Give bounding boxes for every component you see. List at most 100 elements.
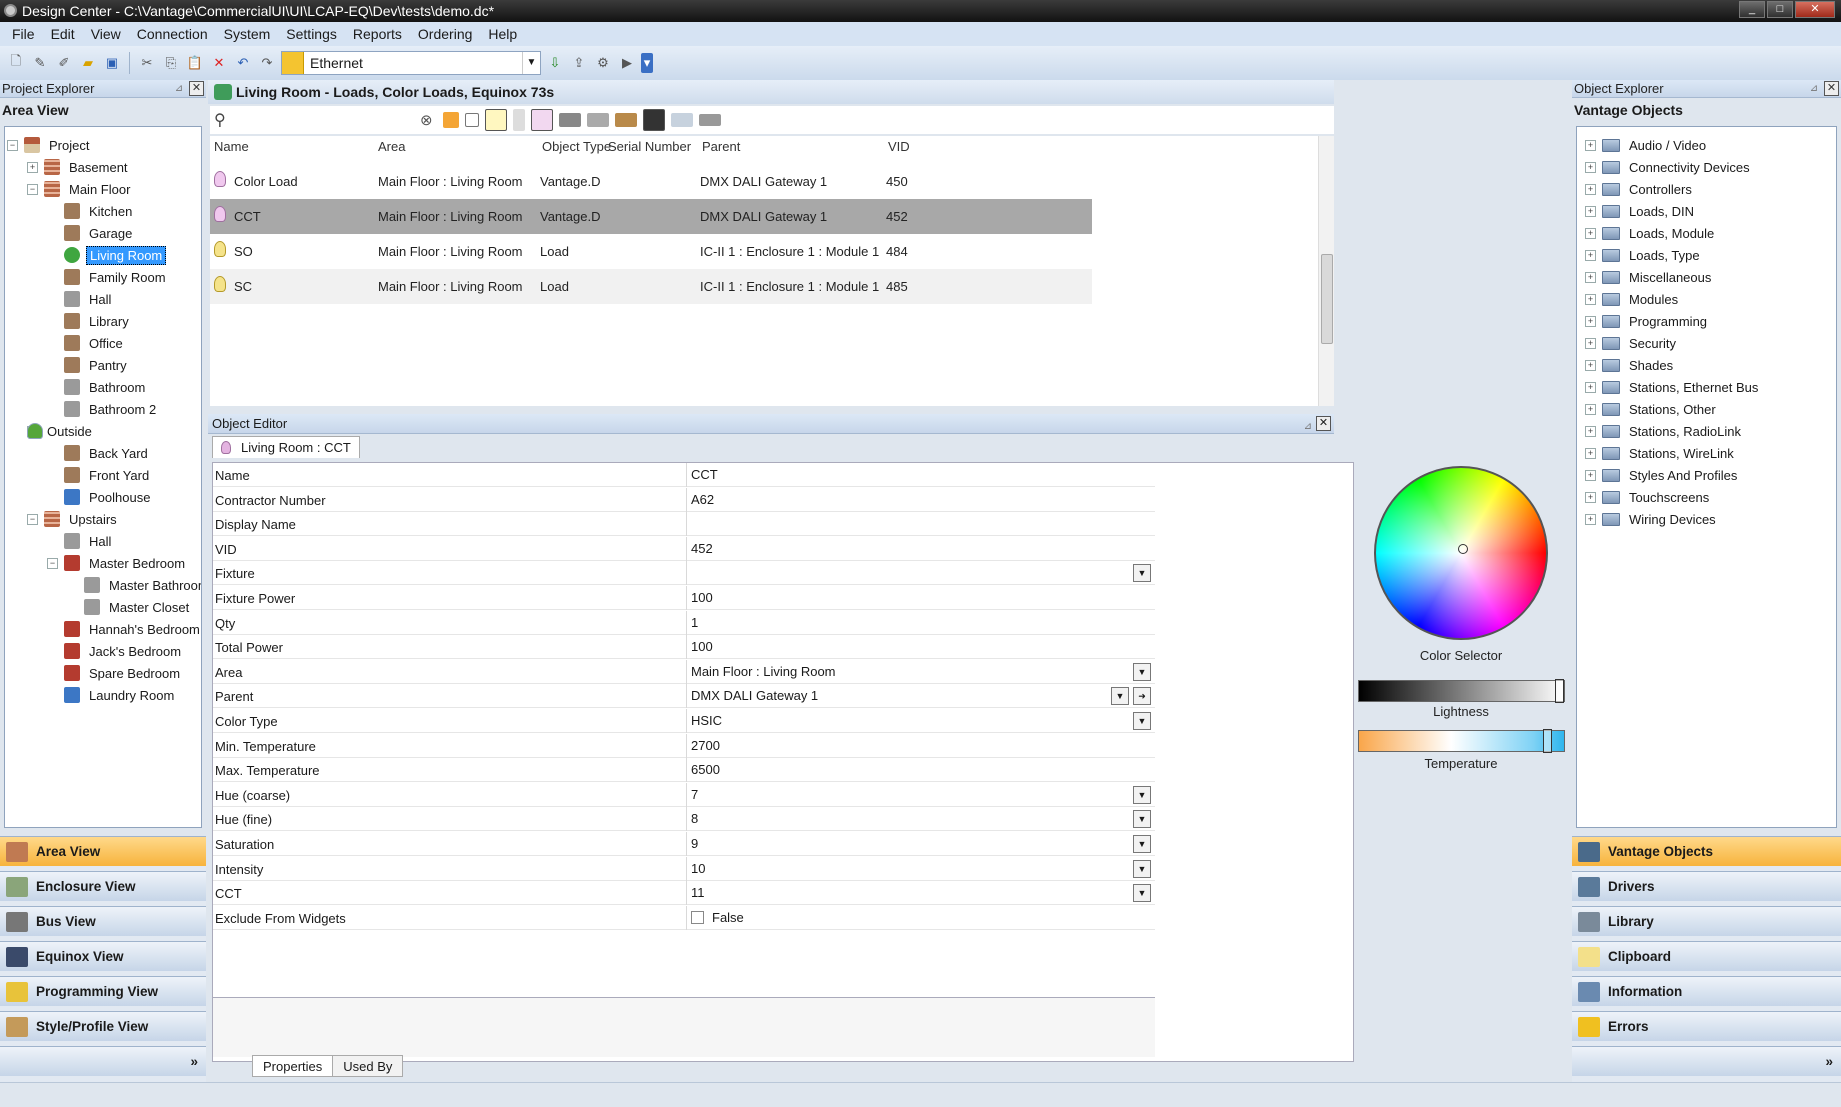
col-name[interactable]: Name bbox=[214, 139, 249, 154]
col-serial-number[interactable]: Serial Number bbox=[608, 139, 691, 154]
property-row[interactable]: Fixture ▼ bbox=[213, 561, 1155, 586]
property-row[interactable]: Area Main Floor : Living Room ▼ bbox=[213, 659, 1155, 684]
pin-icon[interactable]: ⊿ bbox=[1304, 417, 1312, 437]
settings-icon[interactable]: ⚙ bbox=[593, 53, 613, 73]
property-value[interactable]: 100 bbox=[691, 639, 713, 654]
pin-icon[interactable]: ⊿ bbox=[172, 82, 186, 96]
object-folder[interactable]: + Connectivity Devices bbox=[1585, 157, 1753, 177]
property-row[interactable]: Total Power 100 bbox=[213, 635, 1155, 660]
property-row[interactable]: Color Type HSIC ▼ bbox=[213, 709, 1155, 733]
property-row[interactable]: Exclude From Widgets False bbox=[213, 905, 1155, 930]
expand-icon[interactable]: + bbox=[1585, 447, 1596, 459]
expand-icon[interactable]: + bbox=[1585, 205, 1596, 217]
tree-item[interactable]: Office bbox=[64, 333, 126, 353]
property-row[interactable]: Fixture Power 100 bbox=[213, 586, 1155, 610]
minimize-button[interactable]: _ bbox=[1739, 1, 1765, 18]
copy-icon[interactable]: ⎘ bbox=[161, 53, 181, 73]
property-row[interactable]: VID 452 bbox=[213, 536, 1155, 561]
tree-item[interactable]: Hall bbox=[64, 531, 114, 551]
maximize-button[interactable]: □ bbox=[1767, 1, 1793, 18]
expand-icon[interactable]: + bbox=[1585, 513, 1596, 525]
open-folder-icon[interactable]: ▰ bbox=[78, 53, 98, 73]
property-value[interactable]: 8 bbox=[691, 811, 698, 826]
filter-module-icon[interactable] bbox=[586, 113, 609, 127]
object-folder[interactable]: + Stations, WireLink bbox=[1585, 443, 1737, 463]
exclude-checkbox[interactable] bbox=[691, 910, 704, 924]
object-folder[interactable]: + Security bbox=[1585, 333, 1679, 353]
filter-misc-icon[interactable] bbox=[698, 114, 721, 126]
tab-used-by[interactable]: Used By bbox=[332, 1055, 404, 1077]
tree-item[interactable]: Back Yard bbox=[64, 443, 151, 463]
expand-icon[interactable]: + bbox=[1585, 249, 1596, 261]
edit-icon[interactable]: ✐ bbox=[54, 53, 74, 73]
property-value[interactable]: A62 bbox=[691, 492, 714, 507]
temperature-handle[interactable] bbox=[1543, 729, 1552, 753]
color-wheel-marker[interactable] bbox=[1458, 544, 1468, 554]
view-button[interactable]: Style/Profile View bbox=[0, 1011, 206, 1041]
expand-icon[interactable]: + bbox=[1585, 403, 1596, 415]
configure-buttons-chevron[interactable]: » bbox=[1572, 1046, 1841, 1076]
object-folder[interactable]: + Touchscreens bbox=[1585, 487, 1712, 507]
cut-icon[interactable]: ✂ bbox=[137, 53, 157, 73]
property-value[interactable]: False bbox=[691, 910, 744, 925]
chevron-down-icon[interactable]: ▼ bbox=[1133, 785, 1151, 804]
save-icon[interactable]: ▣ bbox=[102, 53, 122, 73]
menu-edit[interactable]: Edit bbox=[43, 26, 83, 42]
view-button[interactable]: Drivers bbox=[1572, 871, 1841, 901]
new-file-icon[interactable]: 🗋 bbox=[6, 53, 26, 73]
filter-shade-icon[interactable] bbox=[558, 113, 581, 127]
object-folder[interactable]: + Loads, Type bbox=[1585, 245, 1703, 265]
property-row[interactable]: Min. Temperature 2700 bbox=[213, 733, 1155, 758]
lightness-slider[interactable] bbox=[1358, 679, 1565, 703]
connection-select[interactable]: Ethernet ▼ bbox=[281, 51, 541, 75]
tree-item[interactable]: − Project bbox=[7, 135, 92, 155]
tree-item[interactable]: Poolhouse bbox=[64, 487, 153, 507]
property-value[interactable]: 452 bbox=[691, 541, 713, 556]
property-value[interactable]: Main Floor : Living Room bbox=[691, 664, 836, 679]
tree-item[interactable]: Bathroom 2 bbox=[64, 399, 159, 419]
table-row[interactable]: SO Main Floor : Living Room Load IC-II 1 : … bbox=[210, 234, 1092, 269]
property-row[interactable]: Saturation 9 ▼ bbox=[213, 832, 1155, 856]
property-row[interactable]: Hue (coarse) 7 ▼ bbox=[213, 782, 1155, 807]
menu-view[interactable]: View bbox=[83, 26, 129, 42]
tree-item[interactable]: Hall bbox=[64, 289, 114, 309]
pin-icon[interactable]: ⊿ bbox=[1807, 82, 1821, 96]
chevron-down-icon[interactable]: ▼ bbox=[1133, 564, 1151, 583]
tree-item[interactable]: Hannah's Bedroom bbox=[64, 619, 201, 639]
run-icon[interactable]: ▶ bbox=[617, 53, 637, 73]
view-button[interactable]: Enclosure View bbox=[0, 871, 206, 901]
expand-icon[interactable]: + bbox=[1585, 469, 1596, 481]
tree-item[interactable]: Pantry bbox=[64, 355, 130, 375]
property-row[interactable]: Intensity 10 ▼ bbox=[213, 856, 1155, 881]
object-folder[interactable]: + Styles And Profiles bbox=[1585, 465, 1740, 485]
editor-object-tab[interactable]: Living Room : CCT bbox=[212, 436, 360, 458]
object-folder[interactable]: + Wiring Devices bbox=[1585, 509, 1719, 529]
property-value[interactable]: 10 bbox=[691, 861, 705, 876]
expand-icon[interactable]: + bbox=[27, 161, 38, 173]
property-value[interactable]: 1 bbox=[691, 615, 698, 630]
table-row[interactable]: CCT Main Floor : Living Room Vantage.D DMX … bbox=[210, 199, 1092, 234]
expand-icon[interactable]: + bbox=[1585, 491, 1596, 503]
menu-connection[interactable]: Connection bbox=[129, 26, 216, 42]
tree-item[interactable]: Master Closet bbox=[84, 597, 192, 617]
view-button[interactable]: Area View bbox=[0, 836, 206, 866]
view-button[interactable]: Equinox View bbox=[0, 941, 206, 971]
chevron-down-icon[interactable]: ▼ bbox=[1133, 662, 1151, 681]
expand-icon[interactable]: + bbox=[1585, 359, 1596, 371]
property-row[interactable]: Contractor Number A62 bbox=[213, 487, 1155, 512]
chevron-down-icon[interactable]: ▼ bbox=[1111, 687, 1129, 706]
col-vid[interactable]: VID bbox=[888, 139, 910, 154]
search-icon[interactable]: ⚲ bbox=[214, 110, 226, 130]
upload-icon[interactable]: ⇪ bbox=[569, 53, 589, 73]
property-row[interactable]: Name CCT bbox=[213, 463, 1155, 487]
collapse-icon[interactable]: − bbox=[7, 139, 18, 151]
open-wizard-icon[interactable]: ✎ bbox=[30, 53, 50, 73]
color-wheel[interactable] bbox=[1374, 466, 1548, 640]
tree-item[interactable]: Laundry Room bbox=[64, 685, 177, 705]
tree-item[interactable]: Living Room bbox=[64, 245, 167, 265]
property-value[interactable]: 7 bbox=[691, 787, 698, 802]
expand-icon[interactable]: + bbox=[1585, 139, 1596, 151]
view-button[interactable]: Programming View bbox=[0, 976, 206, 1006]
toolbar-overflow-icon[interactable]: ▾ bbox=[641, 53, 653, 73]
property-row[interactable]: Max. Temperature 6500 bbox=[213, 758, 1155, 783]
